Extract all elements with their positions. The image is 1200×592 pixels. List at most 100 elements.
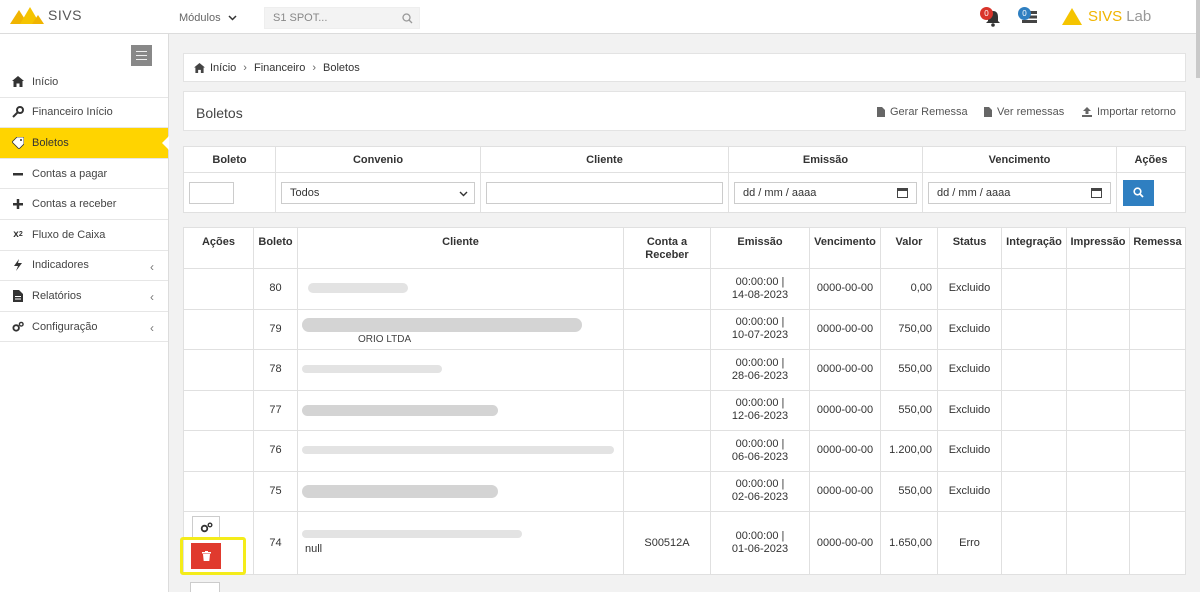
cell-integracao [1001,268,1067,310]
cell-emissao: 00:00:00 | 12-06-2023 [710,389,810,431]
emissao-placeholder: dd / mm / aaaa [743,186,817,199]
sidebar-item-label: Boletos [32,136,69,149]
notification-badge: 0 [980,7,993,20]
cell-conta [623,430,711,472]
boleto-filter-input[interactable] [189,181,234,204]
sidebar: Início Financeiro Início Boletos Contas … [0,34,169,592]
cell-boleto: 76 [253,430,298,472]
sidebar-item-contas-a-receber[interactable]: Contas a receber [0,189,168,220]
emissao-date: 01-06-2023 [731,543,789,555]
app-name: SIVS [48,7,82,23]
search-icon[interactable] [402,13,413,24]
cell-conta [623,470,711,512]
home-icon [194,62,205,73]
cell-vencimento: 0000-00-00 [809,389,881,431]
modulos-dropdown[interactable]: Módulos [179,12,237,24]
sidebar-item-contas-a-pagar[interactable]: Contas a pagar [0,159,168,190]
cell-integracao [1001,470,1067,512]
search-button[interactable] [1123,179,1154,206]
cliente-fragment: ORIO LTDA [358,333,412,345]
cell-impressao [1066,470,1130,512]
calendar-icon[interactable] [897,187,908,198]
tag-icon [12,136,24,149]
minus-icon [12,168,24,180]
cliente-filter-input[interactable] [486,181,723,204]
cell-status: Excluido [937,470,1002,512]
emissao-date: 12-06-2023 [731,410,789,423]
vencimento-placeholder: dd / mm / aaaa [937,186,1011,199]
cell-remessa [1129,511,1186,575]
cell-remessa [1129,430,1186,472]
vencimento-date-input[interactable]: dd / mm / aaaa [928,181,1111,204]
gerar-remessa-button[interactable]: Gerar Remessa [877,106,968,118]
cell-remessa [1129,389,1186,431]
breadcrumb-home[interactable]: Início [210,62,236,74]
importar-retorno-label: Importar retorno [1097,106,1176,118]
sidebar-item-inicio[interactable]: Início [0,67,168,98]
ver-remessas-button[interactable]: Ver remessas [984,106,1064,118]
cell-emissao: 00:00:00 | 10-07-2023 [710,308,810,350]
table-row[interactable]: 75 00:00:00 | 02-06-2023 0000-00-00 550,0… [183,470,1186,512]
table-row[interactable]: 76 00:00:00 | 06-06-2023 0000-00-00 1.200… [183,430,1186,472]
sidebar-item-financeiro-inicio[interactable]: Financeiro Início [0,98,168,129]
calendar-icon[interactable] [1091,187,1102,198]
cell-integracao [1001,389,1067,431]
sidebar-item-relatorios[interactable]: Relatórios ‹ [0,281,168,312]
filter-header-cliente: Cliente [480,146,729,173]
page-scrollbar[interactable] [1196,0,1200,78]
filter-cell [1116,172,1186,213]
col-header-status: Status [937,227,1002,269]
cell-acoes [180,511,254,575]
col-header-integracao: Integração [1001,227,1067,269]
cell-vencimento: 0000-00-00 [809,268,881,310]
app-logo[interactable]: SIVS [10,6,82,24]
sidebar-toggle-button[interactable] [131,45,152,66]
filter-table: Boleto Convenio Cliente Emissão Vencimen… [183,146,1186,213]
cell-impressao [1066,511,1130,575]
cell-acoes [183,349,254,391]
importar-retorno-button[interactable]: Importar retorno [1082,106,1176,118]
cell-boleto: 74 [253,511,298,575]
col-header-emissao: Emissão [710,227,810,269]
page-header: Boletos Gerar Remessa Ver remessas Impor… [183,91,1186,131]
row-settings-button[interactable] [192,516,220,538]
chevron-down-icon [228,15,237,21]
cell-boleto: 77 [253,389,298,431]
col-header-valor: Valor [880,227,938,269]
cell-cliente: null [297,511,624,575]
chevron-left-icon: ‹ [150,290,154,305]
cell-acoes [183,389,254,431]
search-input[interactable]: S1 SPOT... [264,7,420,29]
sidebar-item-fluxo-de-caixa[interactable]: x2 Fluxo de Caixa [0,220,168,251]
wrench-icon [12,106,24,119]
redacted-text [302,404,498,416]
table-row[interactable]: 77 00:00:00 | 12-06-2023 0000-00-00 550,0… [183,389,1186,431]
sidebar-item-boletos[interactable]: Boletos [0,128,169,159]
boletos-table: Ações Boleto Cliente Conta a Receber Emi… [180,227,1186,575]
table-row[interactable]: 78 00:00:00 | 28-06-2023 0000-00-00 550,0… [183,349,1186,391]
cell-cliente [297,470,624,512]
row-settings-button[interactable] [190,582,220,592]
convenio-select[interactable]: Todos [281,181,475,204]
bolt-icon [12,259,24,272]
cell-conta [623,349,711,391]
table-row[interactable]: 80 00:00:00 | 14-08-2023 0000-00-00 0,00 … [183,268,1186,310]
chevron-left-icon: ‹ [150,320,154,335]
sidebar-item-configuracao[interactable]: Configuração ‹ [0,312,168,343]
redacted-text [302,365,442,373]
filter-header-acoes: Ações [1116,146,1186,173]
sidebar-item-indicadores[interactable]: Indicadores ‹ [0,251,168,282]
modulos-label: Módulos [179,12,221,24]
emissao-date-input[interactable]: dd / mm / aaaa [734,181,917,204]
cell-valor: 550,00 [880,349,938,391]
table-row[interactable]: 79 ORIO LTDA 00:00:00 | 10-07-2023 0000-0… [183,308,1186,350]
breadcrumb-financeiro[interactable]: Financeiro [254,62,305,74]
cell-impressao [1066,349,1130,391]
emissao-date: 10-07-2023 [731,329,789,342]
cell-status: Erro [937,511,1002,575]
cell-status: Excluido [937,430,1002,472]
table-row[interactable]: 74 null S00512A 00:00:00 | 01-06-2023 000… [180,511,1186,575]
cell-remessa [1129,308,1186,350]
filter-cell [480,172,729,213]
gerar-remessa-label: Gerar Remessa [890,106,968,118]
